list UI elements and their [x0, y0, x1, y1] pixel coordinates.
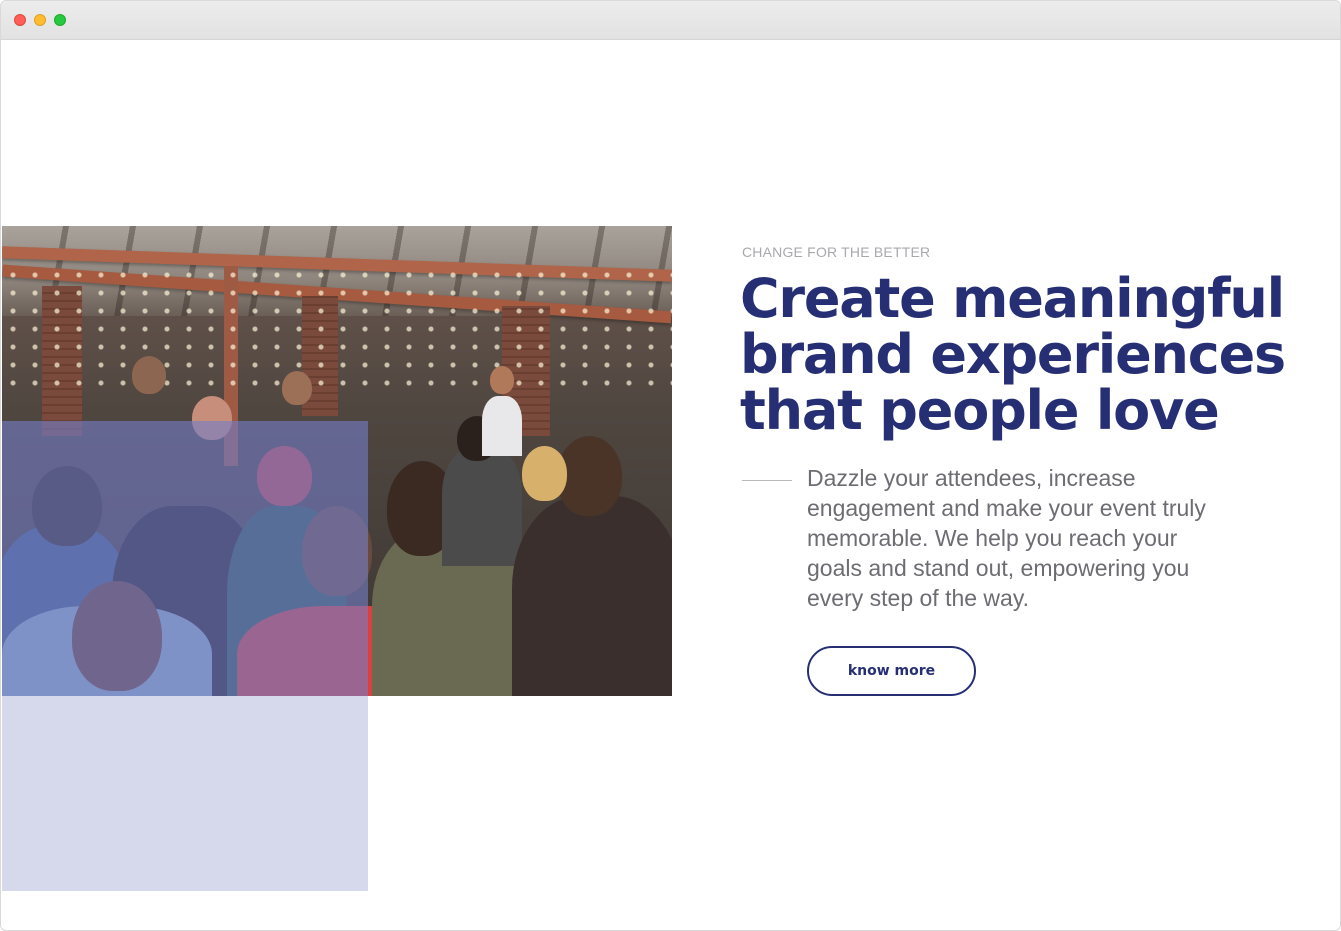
photo-person-head — [132, 356, 166, 394]
photo-person — [512, 496, 672, 696]
zoom-window-icon[interactable] — [54, 14, 66, 26]
photo-person-head — [522, 446, 567, 501]
section-eyebrow: CHANGE FOR THE BETTER — [742, 244, 931, 260]
photo-person — [482, 396, 522, 456]
photo-person — [442, 446, 522, 566]
hero-description: Dazzle your attendees, increase engageme… — [807, 465, 1206, 611]
decorative-photo-tint — [2, 421, 368, 696]
hero-headline: Create meaningful brand experiences that… — [740, 267, 1286, 442]
photo-person-head — [490, 366, 514, 394]
description-divider — [742, 480, 792, 481]
window-titlebar — [1, 1, 1340, 40]
photo-string-lights — [2, 266, 672, 386]
photo-person-head — [282, 371, 312, 405]
browser-window: CHANGE FOR THE BETTER Create meaningful … — [0, 0, 1341, 931]
close-window-icon[interactable] — [14, 14, 26, 26]
minimize-window-icon[interactable] — [34, 14, 46, 26]
know-more-button[interactable]: know more — [807, 646, 976, 696]
